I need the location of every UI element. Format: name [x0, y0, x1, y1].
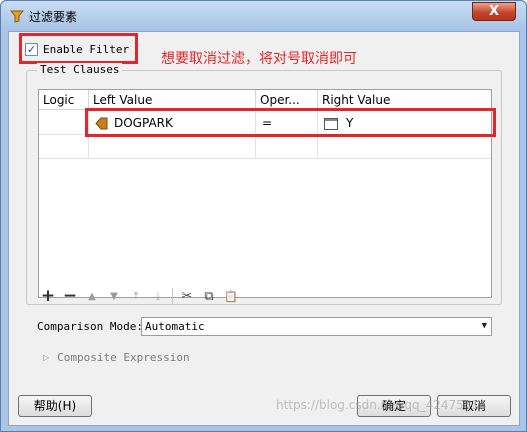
enable-filter-row[interactable]: ✓ Enable Filter: [25, 41, 129, 57]
empty-cell[interactable]: [89, 135, 256, 159]
add-icon[interactable]: +: [37, 285, 59, 307]
move-top-icon[interactable]: ⤒: [125, 285, 147, 307]
right-value-text: Y: [346, 116, 354, 130]
column-header-logic[interactable]: Logic: [39, 90, 89, 110]
table-row[interactable]: DOGPARK = Y: [39, 111, 491, 135]
cancel-button[interactable]: 取消: [437, 395, 511, 417]
comparison-mode-label: Comparison Mode:: [37, 320, 143, 333]
logic-cell[interactable]: [39, 111, 89, 135]
test-clauses-title: Test Clauses: [37, 63, 123, 76]
column-header-left-value[interactable]: Left Value: [89, 90, 256, 110]
table-header: Logic Left Value Oper... Right Value: [39, 90, 491, 110]
empty-cell[interactable]: [318, 135, 491, 159]
composite-expression-expander[interactable]: ▷ Composite Expression: [43, 351, 190, 364]
remove-icon[interactable]: −: [59, 285, 81, 307]
empty-cell[interactable]: [256, 135, 318, 159]
comparison-mode-value: Automatic: [145, 320, 205, 333]
right-value-cell[interactable]: Y: [318, 111, 491, 135]
window-title: 过滤要素: [29, 10, 78, 24]
chevron-down-icon: ▼: [481, 321, 487, 331]
paste-icon[interactable]: 📋: [220, 285, 242, 307]
ok-button[interactable]: 确定: [357, 395, 431, 417]
cut-icon[interactable]: ✂: [176, 285, 198, 307]
help-button[interactable]: 帮助(H): [18, 395, 92, 417]
left-value-text: DOGPARK: [114, 116, 173, 130]
enable-filter-checkbox[interactable]: ✓: [25, 42, 38, 56]
column-header-right-value[interactable]: Right Value: [318, 90, 491, 110]
app-icon: [9, 10, 25, 23]
left-value-cell[interactable]: DOGPARK: [89, 111, 256, 135]
test-clauses-group: Test Clauses Logic Left Value Oper... Ri…: [26, 63, 502, 305]
copy-icon[interactable]: ⧉: [198, 285, 220, 307]
operator-cell[interactable]: =: [256, 111, 318, 135]
table-row-empty[interactable]: [39, 135, 491, 159]
enable-filter-label: Enable Filter: [43, 42, 130, 56]
text-value-icon: [324, 117, 338, 130]
move-bottom-icon[interactable]: ⤓: [147, 285, 169, 307]
move-down-icon[interactable]: ▼: [103, 285, 125, 307]
move-up-icon[interactable]: ▲: [81, 285, 103, 307]
expand-triangle-icon: ▷: [43, 353, 50, 362]
empty-cell[interactable]: [39, 135, 89, 159]
close-button[interactable]: X: [472, 2, 516, 21]
annotation-text: 想要取消过滤，将对号取消即可: [161, 51, 357, 67]
attribute-icon: [95, 117, 108, 130]
title-bar: 过滤要素 X: [1, 1, 526, 31]
clauses-table: Logic Left Value Oper... Right Value DOG…: [38, 89, 492, 298]
column-header-operator[interactable]: Oper...: [256, 90, 318, 110]
clause-toolbar: + − ▲ ▼ ⤒ ⤓ ✂ ⧉ 📋: [37, 285, 242, 307]
filter-dialog: 过滤要素 X ✓ Enable Filter 想要取消过滤，将对号取消即可 Te…: [0, 0, 527, 432]
composite-expression-label: Composite Expression: [57, 351, 190, 364]
toolbar-separator: [172, 288, 173, 304]
comparison-mode-select[interactable]: Automatic ▼: [141, 317, 492, 336]
dialog-body: ✓ Enable Filter 想要取消过滤，将对号取消即可 Test Clau…: [8, 31, 520, 426]
